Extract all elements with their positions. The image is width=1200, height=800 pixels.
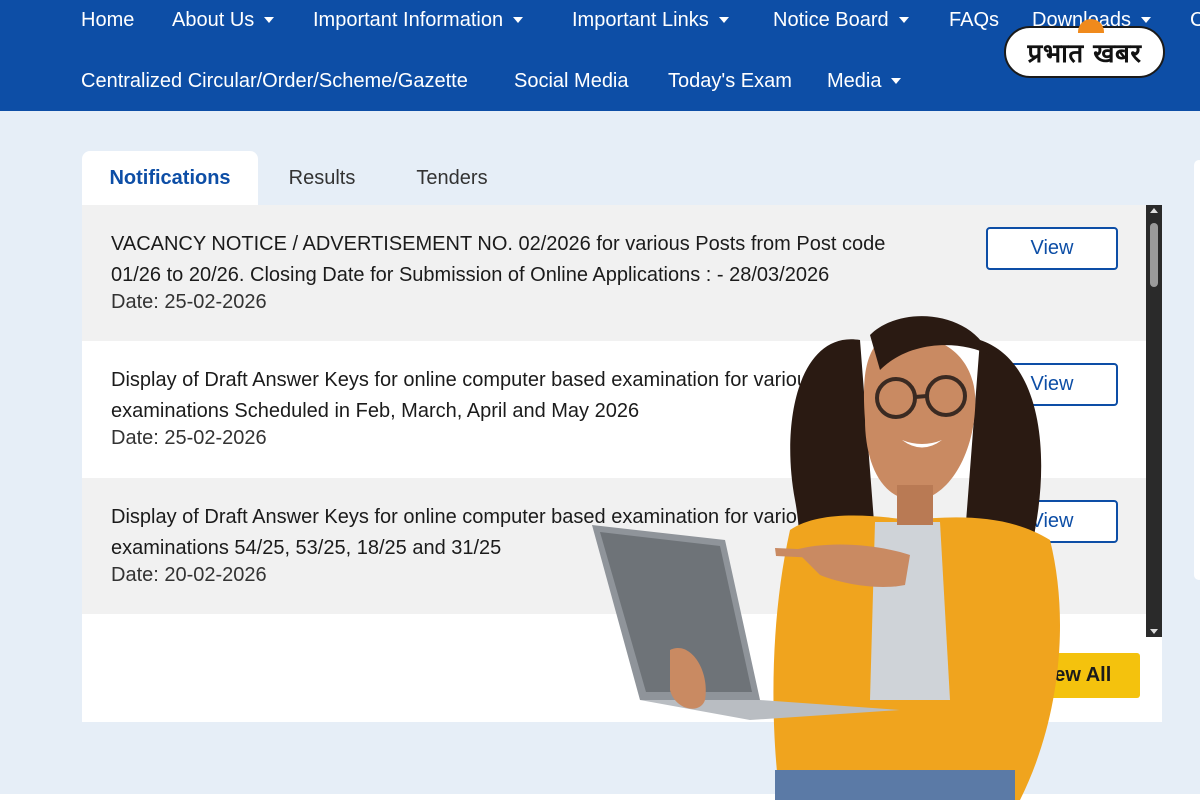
student-with-laptop-illustration <box>592 316 1060 800</box>
scrollbar-thumb[interactable] <box>1150 223 1158 287</box>
notice-date: Date: 20-02-2026 <box>111 564 267 586</box>
nav-item-social-media[interactable]: Social Media <box>514 70 629 93</box>
tab-results[interactable]: Results <box>272 151 372 205</box>
nav-item-centralized-circular[interactable]: Centralized Circular/Order/Scheme/Gazett… <box>81 70 468 93</box>
nav-item-label: C <box>1190 8 1200 31</box>
nav-item-label: Home <box>81 8 135 31</box>
view-button[interactable]: View <box>986 227 1118 270</box>
brand-logo-text: प्रभात खबर <box>1027 39 1142 69</box>
nav-item-label: About Us <box>172 8 255 31</box>
sun-icon <box>1078 19 1104 33</box>
nav-item-label: Media <box>827 69 882 92</box>
jeans <box>775 770 1015 800</box>
nav-item-label: Important Information <box>313 8 504 31</box>
chevron-down-icon <box>513 17 524 23</box>
chevron-down-icon <box>898 17 909 23</box>
notice-date: Date: 25-02-2026 <box>111 291 267 313</box>
nav-item-todays-exam[interactable]: Today's Exam <box>668 70 792 93</box>
nav-item-clipped[interactable]: C <box>1190 9 1200 32</box>
nav-item-faqs[interactable]: FAQs <box>949 9 999 32</box>
nav-item-notice-board[interactable]: Notice Board <box>773 9 909 32</box>
tab-label: Results <box>288 166 356 189</box>
nav-item-label: Centralized Circular/Order/Scheme/Gazett… <box>81 69 468 92</box>
scroll-down-icon[interactable] <box>1150 629 1158 634</box>
nav-item-about-us[interactable]: About Us <box>172 8 275 32</box>
nav-item-home[interactable]: Home <box>81 9 134 32</box>
nav-item-important-links[interactable]: Important Links <box>572 9 729 32</box>
notice-title[interactable]: VACANCY NOTICE / ADVERTISEMENT NO. 02/20… <box>111 229 911 291</box>
tab-label: Notifications <box>109 166 231 189</box>
notice-tabs: Notifications Results Tenders <box>82 151 1162 205</box>
nav-item-label: Important Links <box>572 8 709 31</box>
chevron-down-icon <box>264 17 275 23</box>
nav-item-media[interactable]: Media <box>827 69 902 93</box>
nav-item-important-information[interactable]: Important Information <box>313 8 524 32</box>
tab-notifications[interactable]: Notifications <box>82 151 258 205</box>
nav-item-label: FAQs <box>949 8 1000 31</box>
nav-item-label: Today's Exam <box>668 69 792 92</box>
tab-tenders[interactable]: Tenders <box>400 151 504 205</box>
adjacent-panel-edge <box>1194 160 1200 580</box>
tab-label: Tenders <box>416 166 488 189</box>
brand-logo: प्रभात खबर <box>1004 19 1165 78</box>
nav-item-label: Notice Board <box>773 8 889 31</box>
chevron-down-icon <box>1140 17 1151 23</box>
list-scrollbar[interactable] <box>1146 205 1162 637</box>
notice-date: Date: 25-02-2026 <box>111 427 267 449</box>
chevron-down-icon <box>718 17 729 23</box>
scroll-up-icon[interactable] <box>1150 208 1158 213</box>
chevron-down-icon <box>891 78 902 84</box>
nav-item-label: Social Media <box>514 69 629 92</box>
